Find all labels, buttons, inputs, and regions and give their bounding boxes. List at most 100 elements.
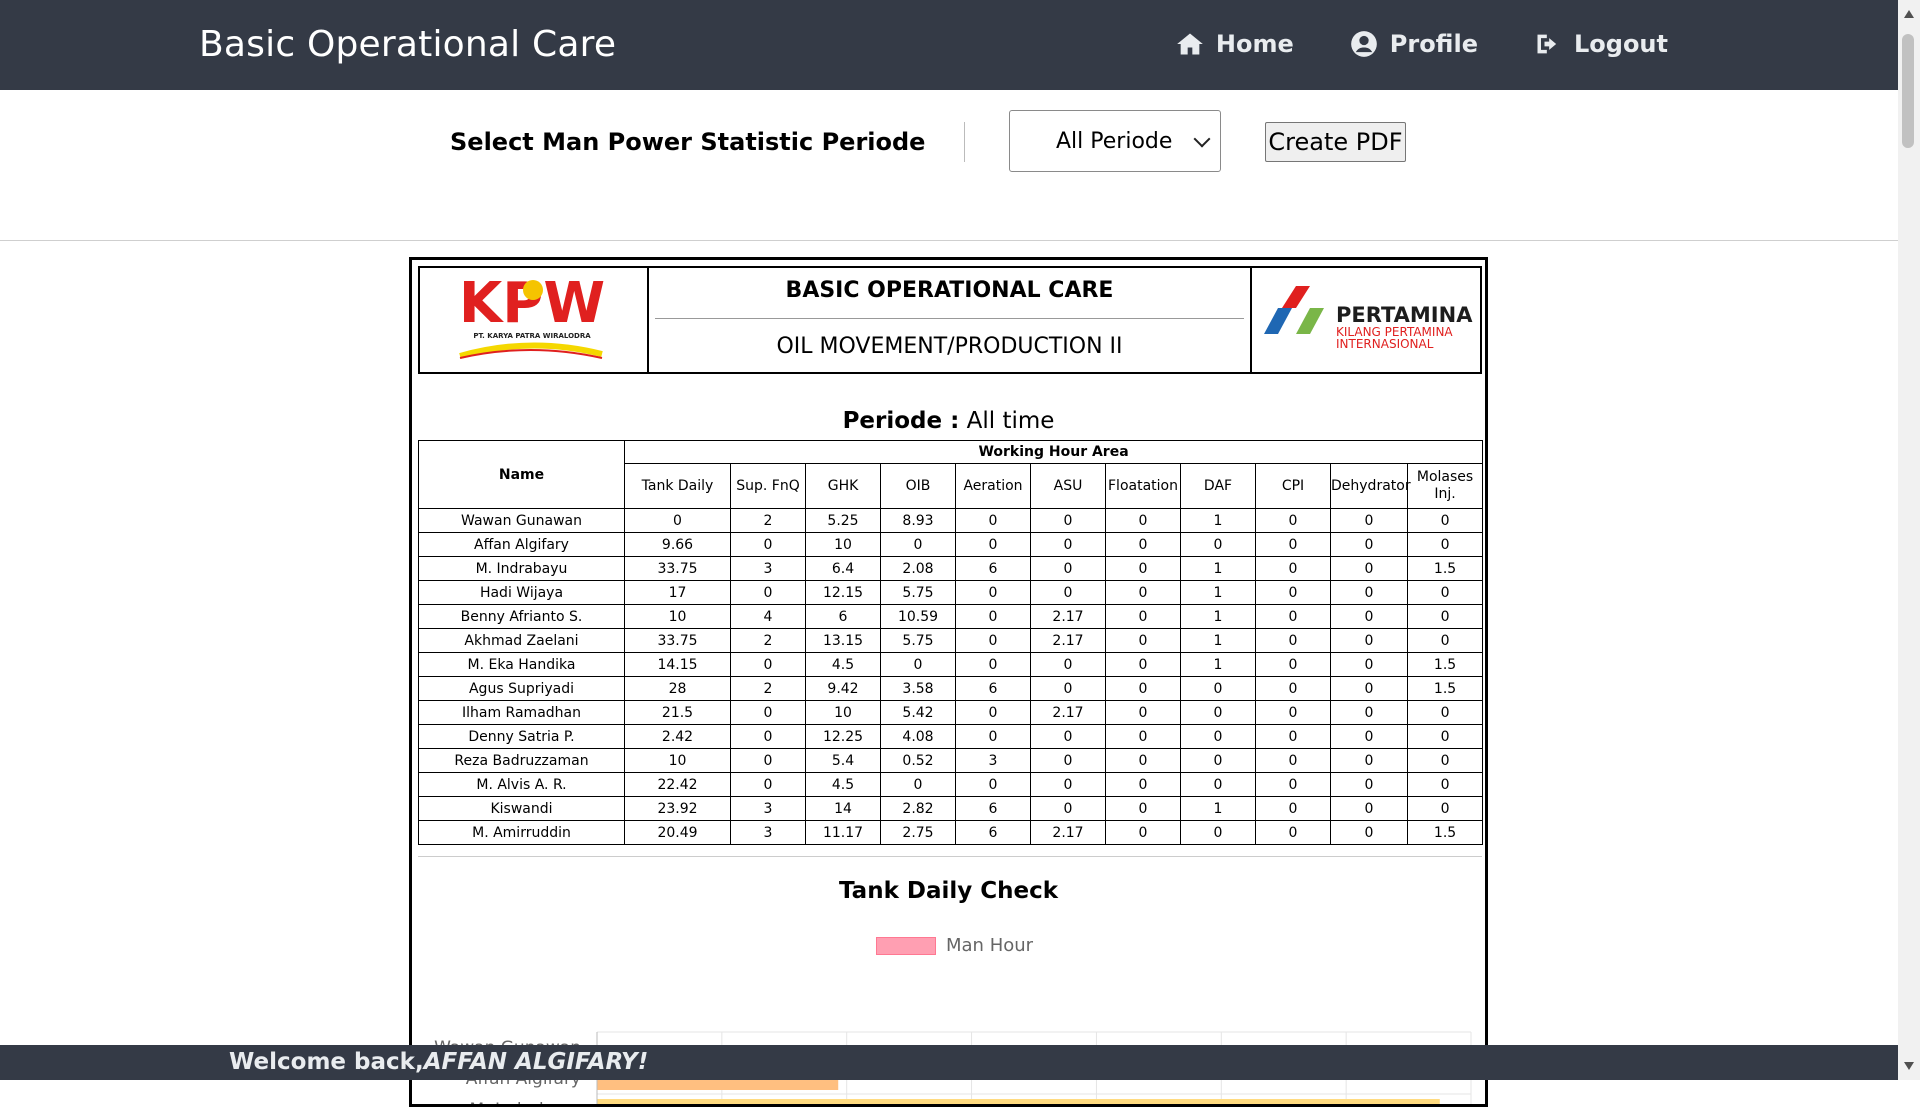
row-value-cell: 2.17 xyxy=(1030,628,1106,653)
row-value-cell: 0 xyxy=(1105,796,1181,821)
period-select-label: Select Man Power Statistic Periode xyxy=(450,128,926,156)
period-select[interactable]: All Periode xyxy=(1009,110,1221,172)
column-header: Molases Inj. xyxy=(1406,463,1484,509)
kpw-logo: KPW PT. KARYA PATRA WIRALODRA xyxy=(420,268,649,372)
scroll-down-arrow-icon[interactable] xyxy=(1904,1062,1914,1070)
column-header: DAF xyxy=(1180,463,1256,509)
app-brand[interactable]: Basic Operational Care xyxy=(199,24,616,65)
period-controls: Select Man Power Statistic Periode All P… xyxy=(0,90,1898,241)
periode-label: Periode : xyxy=(842,408,960,434)
page-scrollbar[interactable] xyxy=(1898,0,1920,1080)
nav-profile-label: Profile xyxy=(1389,30,1478,58)
row-value-cell: 14 xyxy=(805,796,881,821)
legend-swatch xyxy=(876,936,936,955)
row-value-cell: 0 xyxy=(1330,772,1408,797)
row-value-cell: 6 xyxy=(955,796,1031,821)
row-value-cell: 10 xyxy=(805,532,881,557)
table-row: Hadi Wijaya 17 0 12.15 5.75 0 0 0 1 0 0 0 xyxy=(418,580,1484,605)
row-value-cell: 4.08 xyxy=(880,724,956,749)
row-value-cell: 0 xyxy=(955,604,1031,629)
nav-home-link[interactable]: Home xyxy=(1176,30,1294,58)
row-value-cell: 0 xyxy=(730,700,806,725)
row-value-cell: 0.52 xyxy=(880,748,956,773)
user-circle-icon xyxy=(1350,31,1377,57)
row-value-cell: 0 xyxy=(880,652,956,677)
row-value-cell: 12.25 xyxy=(805,724,881,749)
row-value-cell: 0 xyxy=(1406,604,1484,629)
chart-legend[interactable]: Man Hour xyxy=(876,935,1033,956)
table-row: Benny Afrianto S. 10 4 6 10.59 0 2.17 0 1 0 0 0 xyxy=(418,604,1484,629)
row-value-cell: 0 xyxy=(880,532,956,557)
table-row: Kiswandi 23.92 3 14 2.82 6 0 0 1 0 0 0 xyxy=(418,796,1484,821)
row-value-cell: 22.42 xyxy=(624,772,731,797)
row-value-cell: 0 xyxy=(1105,604,1181,629)
report-title-divider xyxy=(655,318,1244,319)
row-value-cell: 1 xyxy=(1180,604,1256,629)
row-value-cell: 0 xyxy=(730,580,806,605)
row-value-cell: 4.5 xyxy=(805,772,881,797)
table-row: M. Indrabayu 33.75 3 6.4 2.08 6 0 0 1 0 0 1.5 xyxy=(418,556,1484,581)
chart-category-label: M. Indrabayu xyxy=(469,1100,581,1107)
row-name-cell: Benny Afrianto S. xyxy=(418,604,625,629)
nav-logout-link[interactable]: Logout xyxy=(1534,30,1668,58)
row-value-cell: 1 xyxy=(1180,580,1256,605)
row-value-cell: 12.15 xyxy=(805,580,881,605)
row-value-cell: 3 xyxy=(730,556,806,581)
periode-value: All time xyxy=(966,408,1055,434)
row-value-cell: 0 xyxy=(1255,604,1331,629)
nav-logout-label: Logout xyxy=(1573,30,1668,58)
row-name-cell: Hadi Wijaya xyxy=(418,580,625,605)
row-value-cell: 1.5 xyxy=(1406,652,1484,677)
row-value-cell: 0 xyxy=(1406,772,1484,797)
row-name-cell: Reza Badruzzaman xyxy=(418,748,625,773)
row-value-cell: 0 xyxy=(1030,580,1106,605)
row-value-cell: 0 xyxy=(1255,796,1331,821)
scroll-up-arrow-icon[interactable] xyxy=(1904,10,1914,18)
manpower-stats-table: Name Working Hour Area Tank Daily Sup. Fn… xyxy=(418,440,1484,845)
row-value-cell: 0 xyxy=(955,580,1031,605)
row-value-cell: 0 xyxy=(955,532,1031,557)
create-pdf-button[interactable]: Create PDF xyxy=(1265,122,1406,162)
row-value-cell: 0 xyxy=(1330,604,1408,629)
row-value-cell: 2.08 xyxy=(880,556,956,581)
row-value-cell: 11.17 xyxy=(805,820,881,845)
row-value-cell: 20.49 xyxy=(624,820,731,845)
row-value-cell: 0 xyxy=(1255,700,1331,725)
row-value-cell: 2 xyxy=(730,628,806,653)
nav-profile-link[interactable]: Profile xyxy=(1350,30,1478,58)
row-value-cell: 3 xyxy=(955,748,1031,773)
row-value-cell: 0 xyxy=(1030,508,1106,533)
row-value-cell: 0 xyxy=(624,508,731,533)
row-value-cell: 0 xyxy=(1105,676,1181,701)
row-value-cell: 1 xyxy=(1180,628,1256,653)
chevron-down-icon xyxy=(1193,130,1211,148)
row-value-cell: 5.75 xyxy=(880,628,956,653)
table-row: Denny Satria P. 2.42 0 12.25 4.08 0 0 0 0 0 0 0 xyxy=(418,724,1484,749)
row-value-cell: 0 xyxy=(1030,724,1106,749)
row-value-cell: 0 xyxy=(1105,556,1181,581)
row-value-cell: 1 xyxy=(1180,508,1256,533)
report-header: KPW PT. KARYA PATRA WIRALODRA BASIC OPER… xyxy=(418,266,1482,374)
row-value-cell: 0 xyxy=(1406,508,1484,533)
row-value-cell: 0 xyxy=(1255,676,1331,701)
row-value-cell: 1.5 xyxy=(1406,556,1484,581)
chart-bar[interactable] xyxy=(597,1099,1440,1107)
row-value-cell: 0 xyxy=(1105,772,1181,797)
column-header: GHK xyxy=(805,463,881,509)
scroll-thumb[interactable] xyxy=(1902,34,1914,148)
row-value-cell: 1 xyxy=(1180,796,1256,821)
row-value-cell: 0 xyxy=(1406,628,1484,653)
row-value-cell: 4.5 xyxy=(805,652,881,677)
row-value-cell: 0 xyxy=(1030,748,1106,773)
row-value-cell: 0 xyxy=(1330,700,1408,725)
row-value-cell: 0 xyxy=(955,628,1031,653)
periode-line: Periode : All time xyxy=(412,408,1485,434)
row-name-cell: Akhmad Zaelani xyxy=(418,628,625,653)
column-header: CPI xyxy=(1255,463,1331,509)
row-value-cell: 0 xyxy=(730,772,806,797)
row-value-cell: 0 xyxy=(1255,508,1331,533)
row-value-cell: 17 xyxy=(624,580,731,605)
row-value-cell: 0 xyxy=(1180,724,1256,749)
row-value-cell: 28 xyxy=(624,676,731,701)
row-value-cell: 0 xyxy=(1255,532,1331,557)
